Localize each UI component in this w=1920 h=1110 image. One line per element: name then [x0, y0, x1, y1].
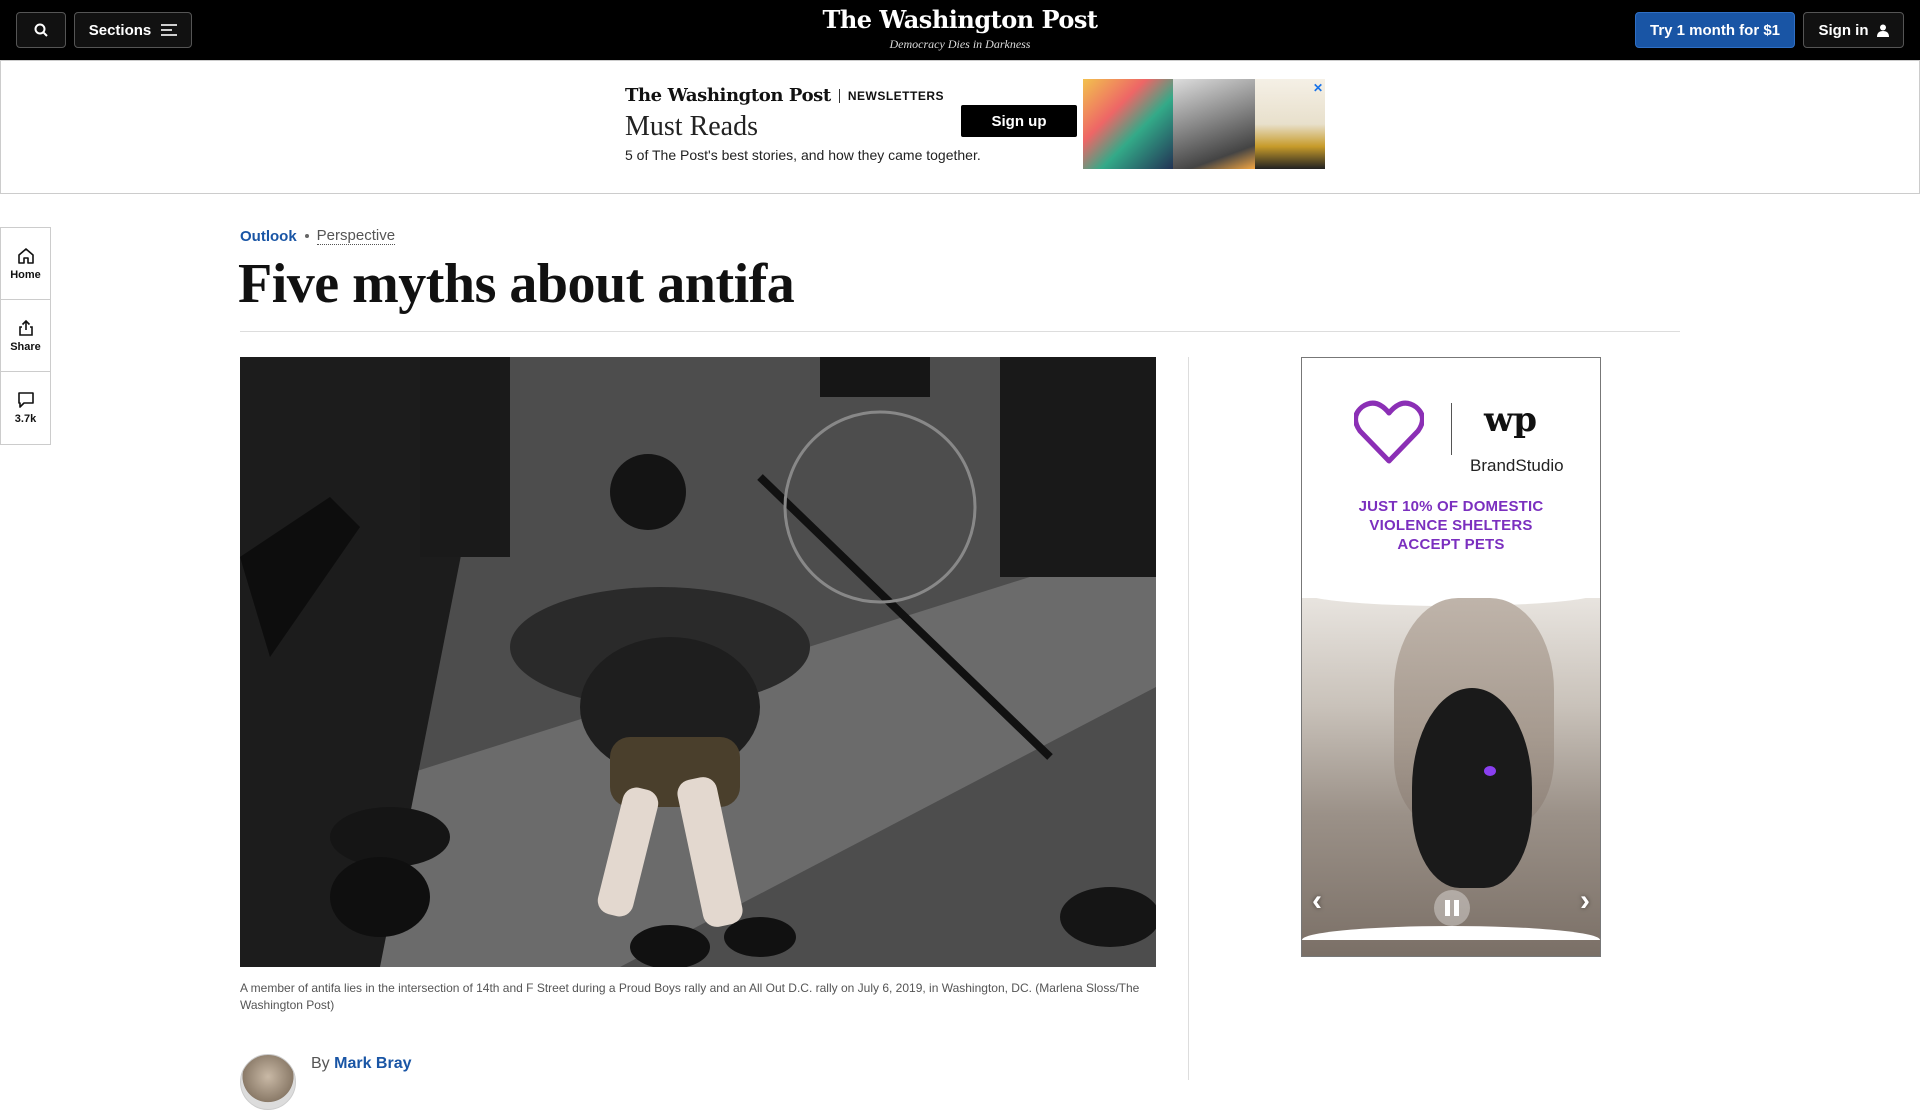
ad-photo-cat [1412, 688, 1532, 888]
brandstudio-ad[interactable]: wp BrandStudio JUST 10% OF DOMESTIC VIOL… [1301, 357, 1601, 957]
photo-caption: A member of antifa lies in the intersect… [240, 981, 1140, 1012]
subscribe-button[interactable]: Try 1 month for $1 [1635, 12, 1795, 48]
newsletter-collage-image [1083, 79, 1325, 169]
ad-close-icon[interactable]: ✕ [1313, 81, 1323, 95]
hamburger-menu-icon [161, 24, 178, 36]
ad-headline-line: JUST 10% OF DOMESTIC [1358, 498, 1544, 515]
ad-next-arrow-icon[interactable]: › [1580, 884, 1590, 918]
collage-tile [1173, 79, 1255, 169]
newsletter-banner-ad: The Washington Post NEWSLETTERS Must Rea… [0, 60, 1920, 194]
byline: By Mark Bray [311, 1055, 412, 1073]
sign-in-button[interactable]: Sign in [1803, 12, 1904, 48]
column-divider [1188, 357, 1189, 1080]
site-logo[interactable]: The Washington Post [760, 6, 1160, 34]
lead-photo-illustration [240, 357, 1156, 967]
masthead-logo[interactable]: The Washington Post Democracy Dies in Da… [760, 6, 1160, 52]
newsletter-title: Must Reads [625, 111, 758, 142]
sections-button[interactable]: Sections [74, 12, 192, 48]
search-icon [34, 23, 48, 37]
section-link[interactable]: Outlook [240, 228, 297, 245]
rail-home-button[interactable]: Home [1, 228, 50, 300]
ad-previous-arrow-icon[interactable]: ‹ [1312, 884, 1322, 918]
rail-share-button[interactable]: Share [1, 300, 50, 372]
rail-home-label: Home [10, 268, 41, 281]
site-tagline: Democracy Dies in Darkness [889, 37, 1031, 51]
newsletter-banner-content[interactable]: The Washington Post NEWSLETTERS Must Rea… [621, 79, 1325, 169]
ad-headline-line: VIOLENCE SHELTERS [1369, 517, 1533, 534]
collage-tile [1083, 79, 1173, 169]
ad-pause-button[interactable] [1434, 890, 1470, 926]
newsletter-tag: NEWSLETTERS [847, 88, 944, 103]
comment-icon [17, 392, 34, 408]
home-icon [17, 247, 34, 264]
headline-divider [240, 331, 1680, 332]
lead-photo[interactable] [240, 357, 1156, 967]
author-link[interactable]: Mark Bray [334, 1055, 411, 1072]
perspective-label[interactable]: Perspective [316, 227, 396, 245]
article-kicker: Outlook Perspective [240, 227, 396, 245]
brandstudio-label: BrandStudio [1470, 456, 1564, 475]
ad-headline-line: ACCEPT PETS [1397, 536, 1505, 553]
wp-logo: wp [1484, 400, 1538, 440]
rail-comments-count: 3.7k [14, 413, 37, 425]
torn-edge [1302, 926, 1600, 940]
top-navigation-bar: Sections The Washington Post Democracy D… [0, 0, 1920, 60]
divider [838, 88, 840, 103]
ad-logo-divider [1451, 403, 1452, 455]
article-headline: Five myths about antifa [238, 253, 795, 315]
pause-icon [1445, 900, 1450, 916]
left-action-rail: Home Share 3.7k [0, 227, 51, 445]
search-button[interactable] [16, 12, 66, 48]
sign-in-label: Sign in [1818, 21, 1869, 39]
ad-headline: JUST 10% OF DOMESTIC VIOLENCE SHELTERS A… [1302, 497, 1600, 554]
ad-photo-woman-with-cat: ‹ › [1302, 592, 1600, 956]
newsletter-description: 5 of The Post's best stories, and how th… [625, 147, 981, 163]
rail-comments-button[interactable]: 3.7k [1, 372, 50, 444]
share-icon [18, 319, 33, 336]
sections-label: Sections [88, 21, 152, 39]
ad-header: wp BrandStudio JUST 10% OF DOMESTIC VIOL… [1302, 358, 1600, 608]
purple-leash-logo [1354, 400, 1424, 464]
heart-tag-icon [1484, 766, 1496, 776]
user-icon [1876, 24, 1889, 37]
newsletter-brand: The Washington Post NEWSLETTERS [625, 85, 944, 106]
byline-prefix: By [311, 1055, 330, 1072]
author-avatar[interactable] [240, 1054, 296, 1110]
newsletter-brand-logo: The Washington Post [625, 85, 831, 106]
newsletter-signup-button[interactable]: Sign up [961, 105, 1077, 137]
rail-share-label: Share [10, 340, 41, 353]
pause-icon [1454, 900, 1459, 916]
kicker-separator [304, 234, 309, 238]
